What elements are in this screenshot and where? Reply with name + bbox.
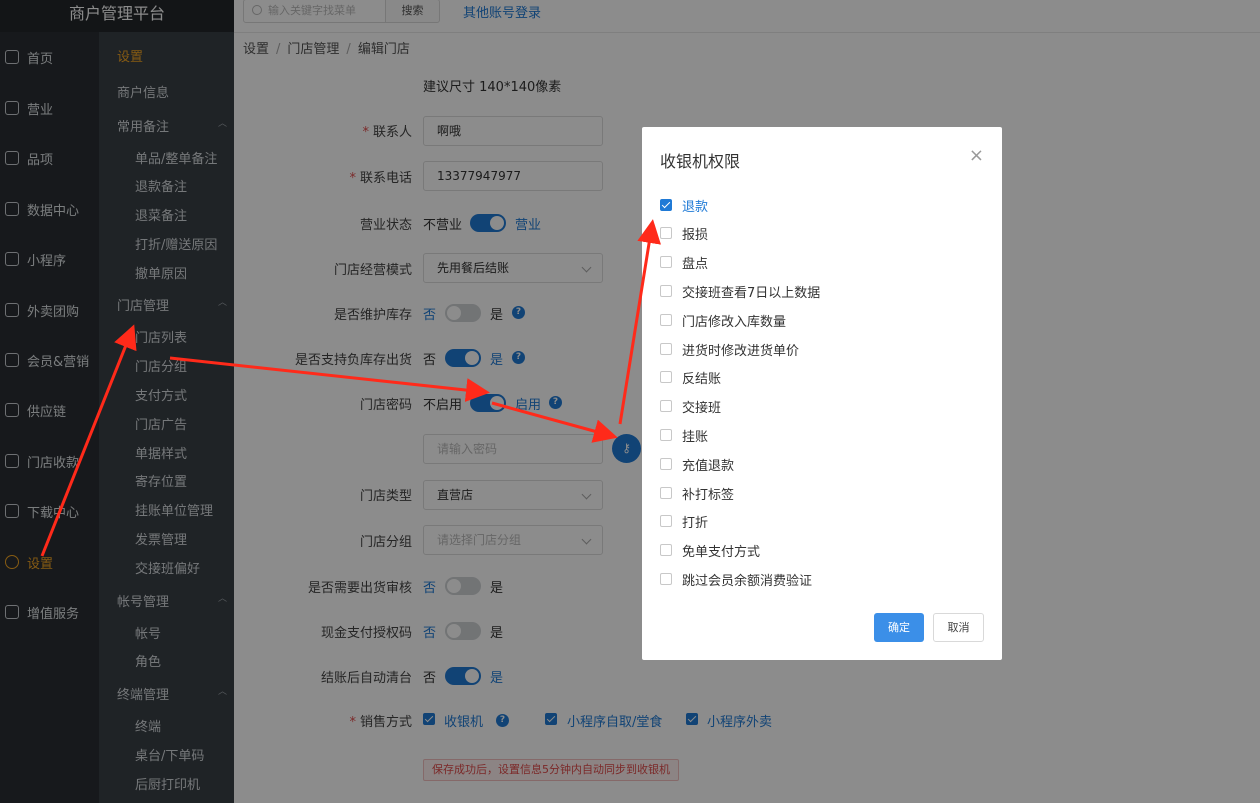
permission-checkbox[interactable] xyxy=(660,227,672,239)
cashier-permission-dialog: 收银机权限 × 退款 报损 盘点 交接班查看7日以上数据 门店修改入库数量 进货… xyxy=(642,127,1002,660)
permission-label: 跳过会员余额消费验证 xyxy=(682,573,813,589)
permission-checkbox[interactable] xyxy=(660,371,672,383)
permission-item[interactable]: 免单支付方式 xyxy=(660,541,761,560)
permission-checkbox[interactable] xyxy=(660,515,672,527)
permission-checkbox[interactable] xyxy=(660,285,672,297)
permission-checkbox[interactable] xyxy=(660,544,672,556)
permission-label: 报损 xyxy=(682,227,709,243)
permission-item[interactable]: 充值退款 xyxy=(660,455,735,474)
permission-item[interactable]: 补打标签 xyxy=(660,484,735,503)
permission-label: 充值退款 xyxy=(682,458,735,474)
permission-item[interactable]: 反结账 xyxy=(660,368,722,387)
permission-label: 挂账 xyxy=(682,429,709,445)
permission-item[interactable]: 退款 xyxy=(660,196,709,215)
permission-item[interactable]: 挂账 xyxy=(660,426,709,445)
permission-label: 进货时修改进货单价 xyxy=(682,343,800,359)
permission-item[interactable]: 跳过会员余额消费验证 xyxy=(660,570,813,589)
app-root: 首页 营业 品项 数据中心 小程序 外卖团购 会员&营销 供应链 门店收款 下载… xyxy=(0,0,1260,803)
permission-checkbox[interactable] xyxy=(660,458,672,470)
close-icon[interactable]: × xyxy=(969,147,984,165)
permission-item[interactable]: 交接班查看7日以上数据 xyxy=(660,282,821,301)
permission-label: 交接班查看7日以上数据 xyxy=(682,285,821,301)
permission-label: 打折 xyxy=(682,515,709,531)
permission-label: 盘点 xyxy=(682,256,709,272)
dialog-title: 收银机权限 xyxy=(660,152,741,171)
cancel-button[interactable]: 取消 xyxy=(933,613,984,642)
permission-label: 交接班 xyxy=(682,400,722,416)
permission-checkbox[interactable] xyxy=(660,314,672,326)
permission-item[interactable]: 打折 xyxy=(660,512,709,531)
modal-mask[interactable] xyxy=(0,0,1260,803)
permission-checkbox[interactable] xyxy=(660,400,672,412)
permission-checkbox[interactable] xyxy=(660,487,672,499)
permission-label: 补打标签 xyxy=(682,487,735,503)
permission-item[interactable]: 进货时修改进货单价 xyxy=(660,340,800,359)
permission-checkbox[interactable] xyxy=(660,343,672,355)
permission-label: 退款 xyxy=(682,199,709,215)
permission-item[interactable]: 交接班 xyxy=(660,397,722,416)
permission-label: 免单支付方式 xyxy=(682,544,761,560)
permission-item[interactable]: 门店修改入库数量 xyxy=(660,311,787,330)
permission-label: 反结账 xyxy=(682,371,722,387)
permission-checkbox[interactable] xyxy=(660,429,672,441)
permission-label: 门店修改入库数量 xyxy=(682,314,787,330)
permission-item[interactable]: 报损 xyxy=(660,224,709,243)
permission-checkbox[interactable] xyxy=(660,199,672,211)
permission-checkbox[interactable] xyxy=(660,256,672,268)
confirm-button[interactable]: 确定 xyxy=(874,613,924,642)
permission-item[interactable]: 盘点 xyxy=(660,253,709,272)
permission-checkbox[interactable] xyxy=(660,573,672,585)
